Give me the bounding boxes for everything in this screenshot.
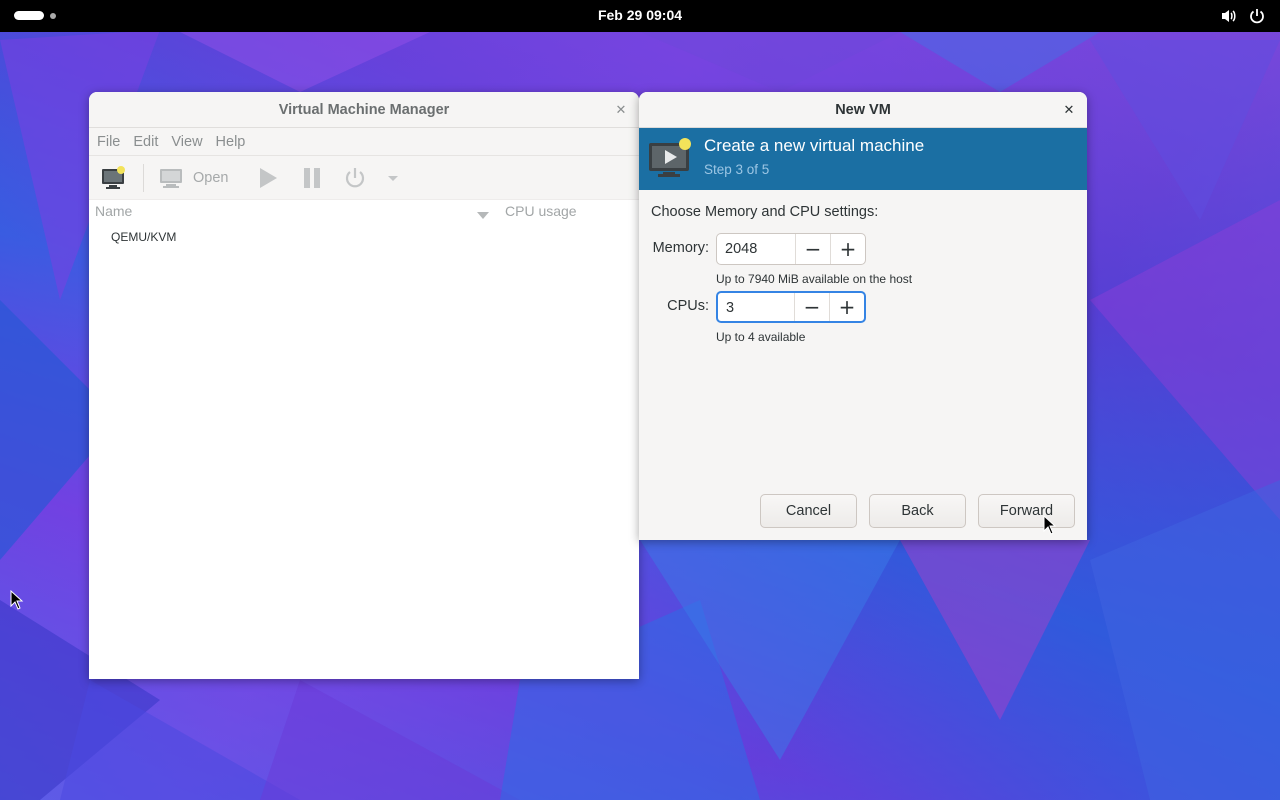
plus-icon: + — [839, 237, 857, 261]
play-icon — [260, 168, 277, 188]
new-vm-dialog: New VM ✕ Create a new virtual machine St… — [639, 92, 1087, 540]
vmm-toolbar: Open — [89, 156, 639, 200]
shutdown-menu-button[interactable] — [387, 166, 399, 190]
new-vm-titlebar[interactable]: New VM ✕ — [639, 92, 1087, 128]
menu-file[interactable]: File — [97, 128, 132, 155]
close-icon: ✕ — [1063, 102, 1075, 118]
mouse-pointer-icon — [1043, 515, 1057, 535]
volume-icon — [1220, 7, 1238, 25]
shutdown-toolbar-button[interactable] — [343, 166, 367, 190]
wizard-heading: Create a new virtual machine — [704, 136, 925, 155]
plus-icon: + — [838, 295, 856, 319]
monitor-icon — [160, 169, 182, 188]
memory-label: Memory: — [652, 240, 709, 256]
run-toolbar-button[interactable] — [257, 166, 279, 190]
close-icon: ✕ — [615, 102, 627, 118]
pause-icon — [304, 168, 320, 188]
column-header-name[interactable]: Name — [95, 203, 132, 219]
sort-arrow-icon — [477, 208, 489, 224]
connection-row[interactable]: QEMU/KVM — [111, 230, 176, 244]
cpus-value[interactable]: 3 — [718, 293, 794, 321]
wizard-body: Choose Memory and CPU settings: Memory: … — [639, 190, 1087, 540]
menu-view[interactable]: View — [171, 128, 214, 155]
cpus-increment-button[interactable]: + — [829, 293, 864, 321]
toolbar-separator — [143, 164, 144, 192]
vm-list-header: Name CPU usage — [89, 200, 639, 226]
settings-intro: Choose Memory and CPU settings: — [651, 204, 879, 220]
wizard-banner: Create a new virtual machine Step 3 of 5 — [639, 128, 1087, 190]
minus-icon: − — [804, 237, 822, 261]
vmm-window-title: Virtual Machine Manager — [278, 102, 450, 118]
top-bar: Feb 29 09:04 — [0, 0, 1280, 32]
power-icon — [345, 168, 365, 188]
back-button[interactable]: Back — [869, 494, 966, 528]
vmm-titlebar[interactable]: Virtual Machine Manager ✕ — [89, 92, 639, 128]
memory-value[interactable]: 2048 — [717, 234, 795, 264]
pause-toolbar-button[interactable] — [301, 166, 323, 190]
power-icon — [1248, 7, 1266, 25]
clock[interactable]: Feb 29 09:04 — [0, 7, 1280, 23]
memory-spinbutton[interactable]: 2048 − + — [716, 233, 866, 265]
cpus-hint: Up to 4 available — [716, 330, 806, 344]
new-vm-close-button[interactable]: ✕ — [1059, 100, 1079, 120]
cpus-decrement-button[interactable]: − — [794, 293, 829, 321]
open-toolbar-button[interactable]: Open — [159, 166, 228, 190]
vmm-menubar: File Edit View Help — [89, 128, 639, 156]
menu-edit[interactable]: Edit — [133, 128, 170, 155]
memory-increment-button[interactable]: + — [830, 234, 865, 264]
system-status-area[interactable] — [1220, 7, 1266, 25]
wizard-step: Step 3 of 5 — [704, 162, 770, 177]
menu-help[interactable]: Help — [216, 128, 258, 155]
new-vm-icon — [102, 166, 125, 189]
vmm-window: Virtual Machine Manager ✕ File Edit View… — [89, 92, 639, 679]
forward-button[interactable]: Forward — [978, 494, 1075, 528]
new-vm-dialog-title: New VM — [835, 102, 891, 118]
memory-hint: Up to 7940 MiB available on the host — [716, 272, 913, 286]
vmm-close-button[interactable]: ✕ — [611, 100, 631, 120]
open-label: Open — [193, 170, 229, 186]
chevron-down-icon — [388, 176, 398, 181]
cancel-button[interactable]: Cancel — [760, 494, 857, 528]
new-vm-toolbar-button[interactable] — [101, 166, 127, 190]
cpus-label: CPUs: — [667, 298, 709, 314]
minus-icon: − — [803, 295, 821, 319]
memory-decrement-button[interactable]: − — [795, 234, 830, 264]
mouse-pointer-icon — [10, 590, 24, 610]
new-vm-icon — [649, 138, 691, 177]
column-header-cpu-usage[interactable]: CPU usage — [505, 203, 577, 219]
cpus-spinbutton[interactable]: 3 − + — [716, 291, 866, 323]
